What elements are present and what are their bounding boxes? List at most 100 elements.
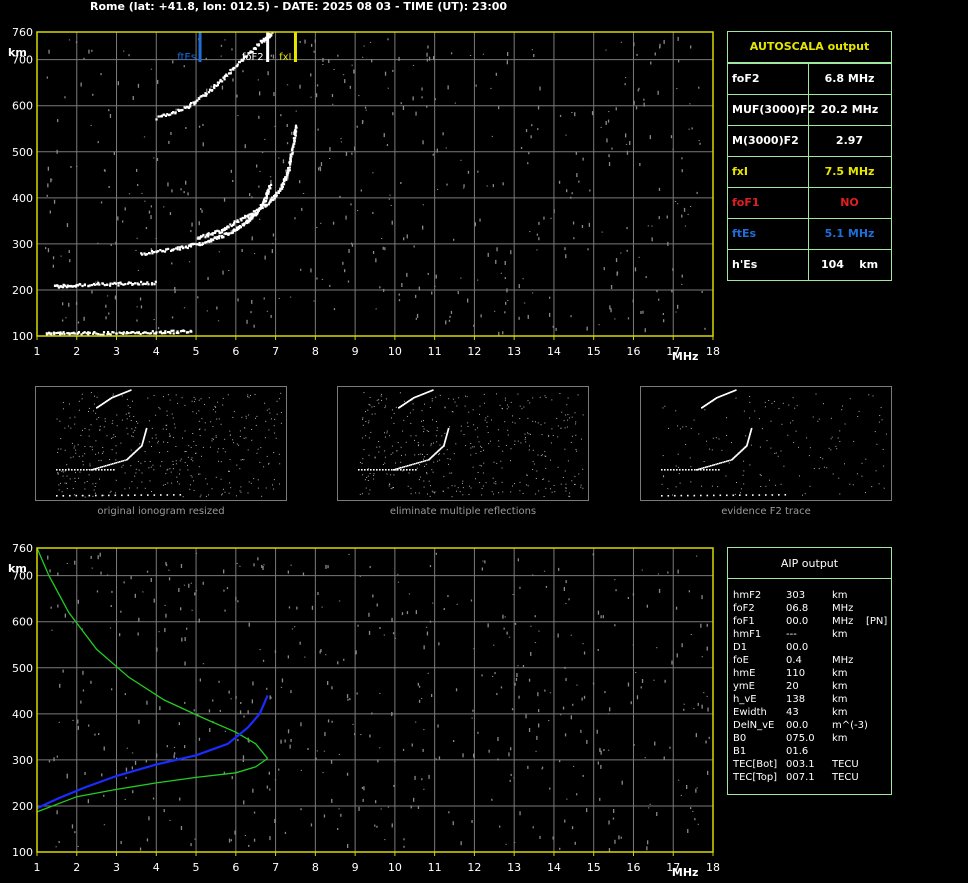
noise-dot xyxy=(697,702,699,706)
thumb-noise xyxy=(759,446,761,448)
thumb-noise xyxy=(92,495,94,497)
noise-dot xyxy=(434,98,436,101)
marker-label: fxI xyxy=(279,52,291,63)
noise-dot xyxy=(537,105,540,110)
noise-dot xyxy=(99,552,101,557)
thumb-trace xyxy=(725,460,728,463)
thumb-noise xyxy=(580,486,582,488)
thumb-trace xyxy=(105,465,107,467)
noise-dot xyxy=(83,316,85,321)
noise-dot xyxy=(274,125,276,127)
thumb-noise xyxy=(551,428,553,430)
thumb-noise xyxy=(662,407,664,409)
noise-dot xyxy=(364,106,367,109)
thumb-noise xyxy=(423,480,425,482)
thumb-trace xyxy=(679,469,681,471)
thumb-noise xyxy=(393,422,395,424)
noise-dot xyxy=(510,773,512,776)
thumb-noise xyxy=(415,435,417,437)
thumb-noise xyxy=(280,422,282,424)
thumb-noise xyxy=(470,454,472,456)
thumb-noise xyxy=(690,481,692,483)
thumb-noise xyxy=(557,425,559,427)
thumb-noise xyxy=(571,416,573,418)
noise-dot xyxy=(261,152,264,154)
thumb-noise xyxy=(370,431,372,433)
thumb-noise xyxy=(693,419,695,421)
thumb-noise xyxy=(166,424,168,426)
thumb-noise xyxy=(80,434,82,436)
thumb-noise xyxy=(794,407,796,409)
thumb-noise xyxy=(389,483,391,485)
thumb-noise xyxy=(508,406,510,408)
trace-point xyxy=(122,283,125,286)
noise-dot xyxy=(230,698,232,700)
thumb-noise xyxy=(158,407,160,409)
noise-dot xyxy=(448,811,450,814)
thumb-noise xyxy=(861,475,863,477)
noise-dot xyxy=(537,128,539,131)
noise-dot xyxy=(530,651,532,656)
noise-dot xyxy=(391,617,393,622)
noise-dot xyxy=(249,193,251,197)
thumb-noise xyxy=(856,473,858,475)
thumb-noise xyxy=(444,432,446,434)
aip-field: km xyxy=(832,707,848,718)
noise-dot xyxy=(538,221,540,225)
thumb-noise xyxy=(60,438,62,440)
thumb-noise xyxy=(256,415,258,417)
noise-dot xyxy=(681,283,683,285)
trace-point xyxy=(222,235,225,238)
noise-dot xyxy=(97,242,99,244)
noise-dot xyxy=(633,42,635,47)
thumb-noise xyxy=(109,459,111,460)
thumb-noise xyxy=(193,396,195,398)
thumb-noise xyxy=(853,440,855,442)
noise-dot xyxy=(356,210,359,212)
noise-dot xyxy=(392,112,394,116)
noise-dot xyxy=(346,772,349,776)
noise-dot xyxy=(340,138,342,140)
thumb-trace xyxy=(140,494,143,496)
thumb-noise xyxy=(116,425,118,427)
noise-dot xyxy=(514,842,516,844)
thumb-noise xyxy=(376,446,378,448)
noise-dot xyxy=(473,753,475,758)
noise-dot xyxy=(242,760,244,762)
aip-field: km xyxy=(832,629,848,640)
thumb-noise xyxy=(698,433,700,435)
noise-dot xyxy=(237,739,239,742)
noise-dot xyxy=(56,755,58,758)
noise-dot xyxy=(421,87,423,91)
noise-dot xyxy=(662,313,664,315)
trace-point xyxy=(229,72,232,75)
noise-dot xyxy=(377,759,379,763)
thumb-noise xyxy=(422,444,424,446)
thumb-noise xyxy=(102,447,104,448)
noise-dot xyxy=(274,650,277,654)
thumb-noise xyxy=(214,406,216,407)
thumb-noise xyxy=(434,491,436,493)
noise-dot xyxy=(506,60,508,65)
noise-dot xyxy=(250,311,252,314)
thumb-noise xyxy=(410,493,412,495)
trace-point xyxy=(257,43,260,46)
trace-point xyxy=(193,242,196,245)
noise-dot xyxy=(473,648,475,650)
thumb-noise xyxy=(567,419,569,421)
noise-dot xyxy=(307,748,309,750)
x-tick-label: 13 xyxy=(507,861,521,874)
noise-dot xyxy=(620,836,622,839)
thumb-trace xyxy=(758,494,761,496)
noise-dot xyxy=(217,320,220,322)
trace-point xyxy=(152,251,155,254)
thumb-noise xyxy=(167,394,169,396)
thumb-noise xyxy=(537,454,539,456)
thumb-noise xyxy=(448,398,450,400)
thumb-noise xyxy=(144,451,146,452)
noise-dot xyxy=(56,810,58,815)
noise-dot xyxy=(153,157,155,159)
thumb-noise xyxy=(514,483,515,485)
aip-field: ymE xyxy=(733,681,755,692)
thumb-noise xyxy=(517,440,519,442)
